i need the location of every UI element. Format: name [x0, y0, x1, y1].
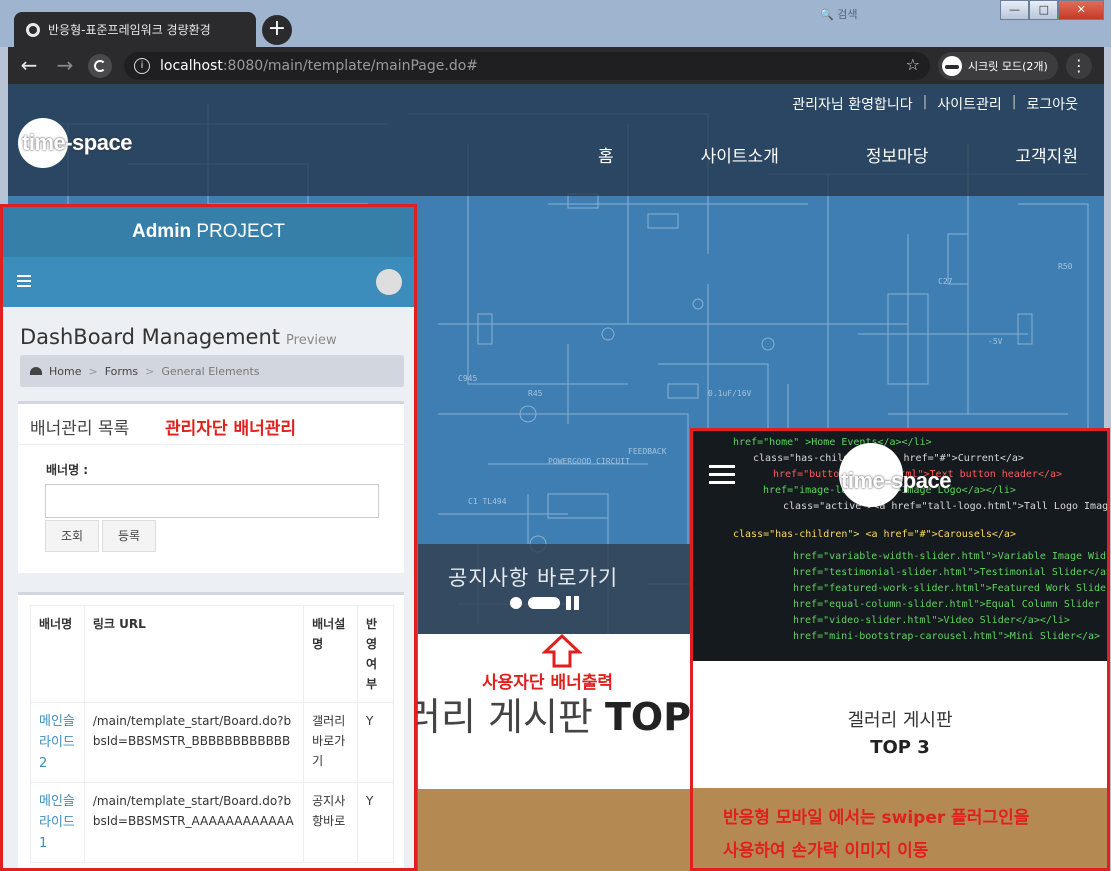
banner-desc-cell: 갤러리 바로가기	[303, 702, 359, 783]
admin-topbar	[3, 257, 414, 307]
site-header: 관리자님 환영합니다 | 사이트관리 | 로그아웃 time-space 홈 사…	[8, 84, 1104, 196]
minimize-button[interactable]: —	[1000, 0, 1030, 20]
nav-support[interactable]: 고객지원	[1015, 142, 1078, 167]
logo-text: time-space	[841, 468, 951, 493]
mobile-gallery-title: 겔러리 게시판	[847, 710, 953, 731]
breadcrumb: Home > Forms > General Elements	[20, 355, 404, 387]
column-header: 배너명	[30, 605, 85, 703]
info-icon[interactable]: i	[134, 57, 150, 74]
bookmark-star-icon[interactable]: ☆	[906, 55, 920, 74]
breadcrumb-forms[interactable]: Forms	[105, 365, 138, 378]
svg-text:R45: R45	[528, 389, 543, 398]
logout-link[interactable]: 로그아웃	[1026, 94, 1078, 114]
forward-arrow-icon[interactable]: →	[50, 51, 80, 81]
browser-menu-icon[interactable]: ⋮	[1065, 52, 1092, 79]
gallery-heading: 러리 게시판 TOP	[406, 695, 692, 739]
banner-url-cell: /main/template_start/Board.do?bbsId=BBSM…	[83, 782, 305, 863]
banner-name-link[interactable]: 메인슬라이드2	[39, 714, 75, 771]
banner-table: 배너명 링크 URL 배너설명 반영여부 메인슬라이드2 /main/templ…	[30, 605, 394, 863]
search-box: 배너관리 목록 관리자단 배너관리 배너명 : 조회 등록	[18, 401, 404, 573]
incognito-label: 시크릿 모드(2개)	[968, 59, 1048, 73]
dashboard-icon	[30, 367, 42, 375]
table-header-row: 배너명 링크 URL 배너설명 반영여부	[30, 605, 394, 703]
svg-text:POWERGOOD CIRCUIT: POWERGOOD CIRCUIT	[548, 457, 630, 466]
banner-url-cell: /main/template_start/Board.do?bbsId=BBSM…	[83, 702, 305, 783]
banner-name-label: 배너명 :	[46, 463, 89, 477]
mobile-logo[interactable]: time-space	[839, 443, 951, 507]
search-button[interactable]: 조회	[45, 520, 99, 552]
svg-text:FEEDBACK: FEEDBACK	[628, 447, 667, 456]
incognito-badge[interactable]: 시크릿 모드(2개)	[938, 51, 1058, 80]
nav-about[interactable]: 사이트소개	[701, 142, 779, 167]
background-search-text: 🔍 검색	[820, 8, 858, 21]
url-path: :8080/main/template/mainPage.do#	[222, 57, 479, 74]
site-logo[interactable]: time-space	[18, 118, 132, 168]
tab-title: 반응형-표준프레임워크 경량환경	[48, 23, 211, 37]
divider	[18, 444, 404, 445]
logo-text: time-space	[22, 130, 132, 155]
sidebar-toggle-icon[interactable]	[17, 275, 31, 287]
main-navigation: 홈 사이트소개 정보마당 고객지원	[598, 142, 1078, 167]
svg-text:0.1uF/16V: 0.1uF/16V	[708, 389, 752, 398]
close-window-button[interactable]: ✕	[1058, 0, 1104, 20]
table-row: 메인슬라이드1 /main/template_start/Board.do?bb…	[30, 782, 394, 863]
svg-text:C1 TL494: C1 TL494	[468, 497, 507, 506]
register-button[interactable]: 등록	[102, 520, 156, 552]
column-header: 링크 URL	[83, 605, 305, 703]
welcome-text: 관리자님 환영합니다	[792, 97, 913, 113]
swiper-note-line1: 반응형 모바일 에서는 swiper 플러그인을	[723, 808, 1030, 828]
column-header: 반영여부	[357, 605, 394, 703]
column-header: 배너설명	[303, 605, 359, 703]
browser-toolbar: ← → i localhost :8080/main/template/main…	[8, 47, 1104, 84]
browser-tab[interactable]: 반응형-표준프레임워크 경량환경	[14, 12, 256, 47]
window-controls: — □ ✕	[1000, 0, 1104, 20]
breadcrumb-home[interactable]: Home	[49, 365, 81, 378]
reload-icon[interactable]	[88, 53, 112, 78]
avatar[interactable]	[376, 269, 402, 295]
admin-panel: Admin PROJECT DashBoard Management Previe…	[0, 204, 417, 871]
url-host: localhost	[160, 57, 223, 74]
mobile-top3: TOP 3	[870, 737, 930, 758]
svg-text:-5V: -5V	[988, 337, 1003, 346]
admin-banner-annotation: 관리자단 배너관리	[165, 419, 297, 439]
up-arrow-icon	[542, 634, 582, 668]
pause-icon[interactable]	[566, 596, 580, 610]
table-row: 메인슬라이드2 /main/template_start/Board.do?bb…	[30, 702, 394, 783]
new-tab-button[interactable]: +	[262, 15, 292, 45]
separator: |	[922, 94, 928, 110]
address-bar[interactable]: i localhost :8080/main/template/mainPage…	[124, 51, 930, 80]
page-title: DashBoard Management Preview	[20, 325, 337, 349]
breadcrumb-current: General Elements	[161, 364, 260, 378]
banner-applied-cell: Y	[357, 782, 394, 863]
slide-dot-active[interactable]	[528, 597, 560, 609]
maximize-button[interactable]: □	[1029, 0, 1059, 20]
slide-dot[interactable]	[510, 597, 522, 609]
user-banner-annotation: 사용자단 배너출력	[482, 673, 614, 693]
admin-brand[interactable]: Admin PROJECT	[3, 207, 414, 257]
swiper-note-line2: 사용하여 손가락 이미지 이동	[723, 841, 929, 861]
banner-desc-cell: 공지사항바로	[303, 782, 359, 863]
page-subtitle: Preview	[286, 333, 337, 348]
box-title: 배너관리 목록	[30, 419, 130, 439]
globe-icon	[26, 22, 40, 37]
nav-home[interactable]: 홈	[598, 142, 614, 167]
banner-name-input[interactable]	[45, 484, 379, 518]
svg-text:C27: C27	[938, 277, 953, 286]
nav-info[interactable]: 정보마당	[866, 142, 929, 167]
svg-text:C945: C945	[458, 374, 477, 383]
svg-text:R50: R50	[1058, 262, 1073, 271]
banner-name-link[interactable]: 메인슬라이드1	[39, 794, 75, 851]
utility-links: 관리자님 환영합니다 | 사이트관리 | 로그아웃	[792, 94, 1078, 114]
mobile-preview-panel: href="home" >Home Events</a></li> class=…	[690, 428, 1110, 871]
banner-list-box: 배너명 링크 URL 배너설명 반영여부 메인슬라이드2 /main/templ…	[18, 592, 404, 868]
incognito-icon	[942, 55, 962, 76]
slider-pagination	[510, 596, 580, 610]
site-admin-link[interactable]: 사이트관리	[937, 94, 1001, 114]
slide-caption[interactable]: 공지사항 바로가기	[448, 562, 618, 592]
back-arrow-icon[interactable]: ←	[14, 51, 44, 81]
mobile-menu-icon[interactable]	[709, 465, 735, 484]
separator: |	[1011, 94, 1017, 110]
banner-applied-cell: Y	[357, 702, 394, 783]
